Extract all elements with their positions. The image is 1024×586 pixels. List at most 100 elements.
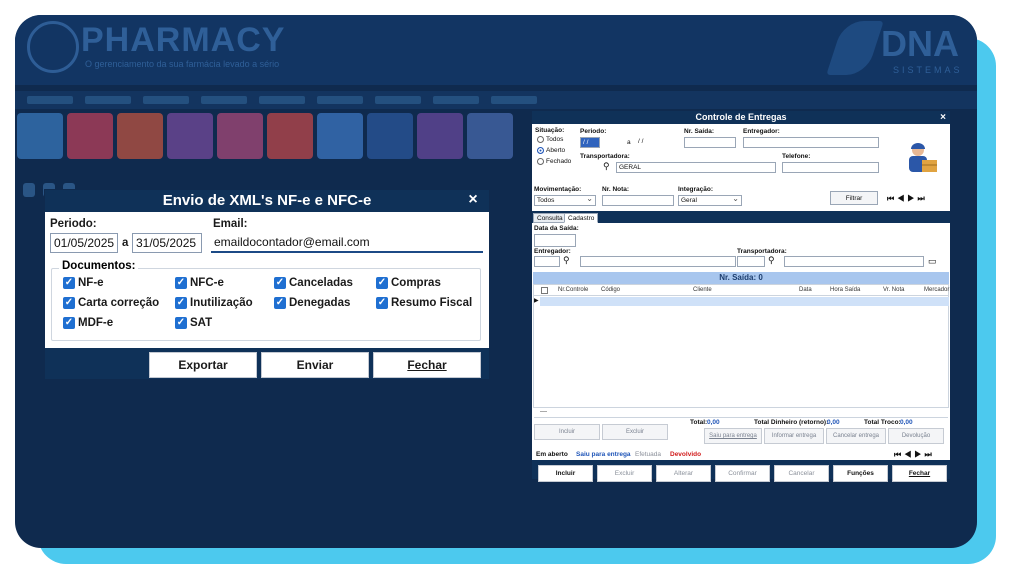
cancelar-entrega-button[interactable]: Cancelar entrega: [826, 428, 886, 444]
movimentacao-select[interactable]: Todos: [534, 194, 596, 206]
close-button[interactable]: Fechar: [373, 352, 481, 378]
menu-placeholder: [143, 96, 189, 104]
check-icon: ✓: [63, 317, 75, 329]
cancelar-button[interactable]: Cancelar: [774, 465, 829, 482]
checkbox-label: Denegadas: [289, 297, 351, 309]
checkbox-denegadas[interactable]: ✓ Denegadas: [274, 297, 350, 309]
record-navigation[interactable]: ⏮◀▶⏭: [887, 194, 928, 204]
export-button[interactable]: Exportar: [149, 352, 257, 378]
entregador-name-input[interactable]: [580, 256, 736, 267]
close-icon[interactable]: ×: [940, 112, 946, 123]
menu-placeholder: [433, 96, 479, 104]
column-header[interactable]: Vr. Nota: [883, 287, 904, 293]
column-header[interactable]: Cliente: [693, 287, 712, 293]
filtrar-button[interactable]: Filtrar: [830, 191, 878, 205]
excluir-button[interactable]: Excluir: [597, 465, 652, 482]
brand-logo-subtitle: SISTEMAS: [893, 65, 963, 75]
checkbox-label: Resumo Fiscal: [391, 297, 473, 309]
menu-placeholder: [259, 96, 305, 104]
checkbox-nfe[interactable]: ✓ NF-e: [63, 277, 104, 289]
checkbox-resumo-fiscal[interactable]: ✓ Resumo Fiscal: [376, 297, 472, 309]
movimentacao-label: Movimentação:: [534, 186, 582, 193]
column-header[interactable]: Código: [601, 287, 620, 293]
legend-em-aberto: Em aberto: [536, 451, 568, 458]
transportadora-input[interactable]: GERAL: [616, 162, 776, 173]
tile-icon: [467, 113, 513, 159]
incluir-button[interactable]: Incluir: [538, 465, 593, 482]
date-from-input[interactable]: 01/05/2025: [50, 233, 118, 253]
column-header[interactable]: Nr.Controle: [558, 287, 588, 293]
check-icon: ✓: [175, 317, 187, 329]
user-icon: [23, 183, 35, 197]
radio-aberto[interactable]: Aberto: [537, 147, 565, 154]
checkbox-carta-correcao[interactable]: ✓ Carta correção: [63, 297, 159, 309]
search-icon[interactable]: ⚲: [768, 255, 775, 265]
radio-todos[interactable]: Todos: [537, 136, 563, 143]
nr-nota-input[interactable]: [602, 195, 674, 206]
periodo-label: Periodo:: [580, 128, 607, 135]
confirmar-button[interactable]: Confirmar: [715, 465, 770, 482]
checkbox-compras[interactable]: ✓ Compras: [376, 277, 441, 289]
situacao-label: Situação:: [535, 127, 565, 134]
column-header[interactable]: Data: [799, 287, 812, 293]
select-all-checkbox[interactable]: [541, 287, 548, 294]
email-label: Email:: [213, 218, 248, 230]
tile-icon: [367, 113, 413, 159]
column-header[interactable]: Mercador: [924, 287, 949, 293]
integracao-label: Integração:: [678, 186, 714, 193]
send-button[interactable]: Enviar: [261, 352, 369, 378]
saiu-entrega-button[interactable]: Saiu para entrega: [704, 428, 762, 444]
dinheiro-value: 0,00: [827, 419, 840, 426]
integracao-select[interactable]: Geral: [678, 194, 742, 206]
checkbox-canceladas[interactable]: ✓ Canceladas: [274, 277, 353, 289]
menu-placeholder: [85, 96, 131, 104]
excluir-small-button[interactable]: Excluir: [602, 424, 668, 440]
nr-saida-input[interactable]: [684, 137, 736, 148]
entregador-cad-label: Entregador:: [534, 248, 571, 255]
column-header[interactable]: Hora Saída: [830, 287, 860, 293]
entregador-input[interactable]: [743, 137, 879, 148]
checkbox-label: NFC-e: [190, 277, 224, 289]
transportadora-code-input[interactable]: [737, 256, 765, 267]
check-icon: ✓: [63, 277, 75, 289]
table-row[interactable]: [540, 297, 949, 306]
entregador-code-input[interactable]: [534, 256, 560, 267]
folder-icon[interactable]: ▭: [928, 256, 937, 266]
tile-icon: [117, 113, 163, 159]
radio-fechado[interactable]: Fechado: [537, 158, 571, 165]
search-icon[interactable]: ⚲: [603, 161, 610, 171]
menu-bar: [15, 91, 977, 109]
checkbox-label: Compras: [391, 277, 441, 289]
menu-placeholder: [201, 96, 247, 104]
tile-icon: [217, 113, 263, 159]
funcoes-button[interactable]: Funções: [833, 465, 888, 482]
checkbox-inutilizacao[interactable]: ✓ Inutilização: [175, 297, 253, 309]
telefone-input[interactable]: [782, 162, 879, 173]
search-icon[interactable]: ⚲: [563, 255, 570, 265]
grid-navigation[interactable]: ⏮◀▶⏭: [894, 450, 935, 460]
radio-icon: [537, 136, 544, 143]
date-to-input[interactable]: 31/05/2025: [132, 233, 202, 253]
alterar-button[interactable]: Alterar: [656, 465, 711, 482]
tab-consulta[interactable]: Consulta: [533, 213, 567, 223]
fechar-button[interactable]: Fechar: [892, 465, 947, 482]
checkbox-mdfe[interactable]: ✓ MDF-e: [63, 317, 113, 329]
email-field[interactable]: emaildocontador@email.com: [211, 233, 483, 253]
radio-icon: [537, 158, 544, 165]
delivery-window-title: Controle de Entregas: [532, 111, 950, 124]
checkbox-nfce[interactable]: ✓ NFC-e: [175, 277, 224, 289]
checkbox-sat[interactable]: ✓ SAT: [175, 317, 212, 329]
close-icon[interactable]: ×: [465, 192, 481, 208]
devolucao-button[interactable]: Devolução: [888, 428, 944, 444]
periodo-separator: a: [627, 139, 631, 146]
data-saida-input[interactable]: [534, 234, 576, 247]
informar-entrega-button[interactable]: Informar entrega: [764, 428, 824, 444]
radio-label: Fechado: [546, 158, 572, 165]
check-icon: ✓: [376, 297, 388, 309]
tab-cadastro[interactable]: Cadastro: [564, 213, 599, 223]
incluir-small-button[interactable]: Incluir: [534, 424, 600, 440]
periodo-to-input[interactable]: / /: [636, 137, 681, 148]
transportadora-name-input[interactable]: [784, 256, 924, 267]
checkbox-label: SAT: [190, 317, 213, 329]
periodo-from-input[interactable]: / /: [580, 137, 600, 148]
